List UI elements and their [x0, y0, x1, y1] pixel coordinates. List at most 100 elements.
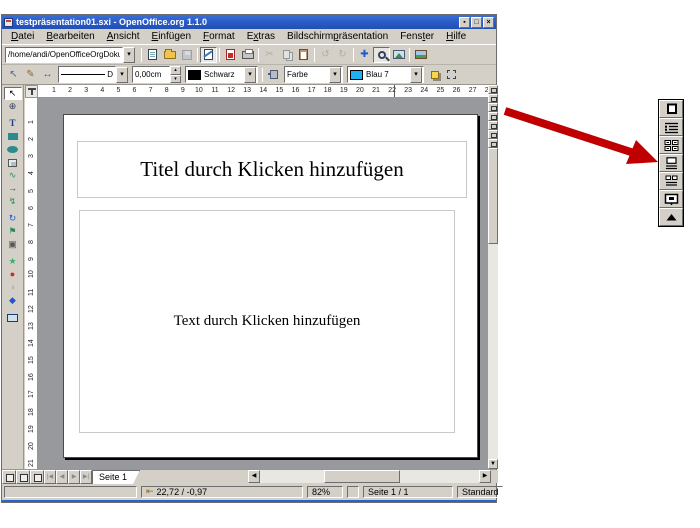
curve-tool[interactable]: ∿: [4, 169, 22, 182]
export-pdf-button[interactable]: [222, 47, 239, 63]
page-mode-button[interactable]: [2, 470, 16, 484]
insert-graphics-button[interactable]: [412, 47, 429, 63]
scroll-up-button[interactable]: [488, 139, 498, 148]
scroll-left-button[interactable]: ◀: [248, 470, 260, 483]
zoom-tool[interactable]: ⊕: [4, 100, 22, 113]
vertical-scrollbar-thumb[interactable]: [488, 148, 498, 244]
arrange-tool[interactable]: ▣: [4, 238, 22, 251]
menu-einfgen[interactable]: Einfügen: [147, 30, 198, 43]
navigator-button[interactable]: ✚: [356, 47, 373, 63]
menu-extras[interactable]: Extras: [242, 30, 282, 43]
edit-file-button[interactable]: [200, 47, 217, 63]
vertical-scrollbar-track[interactable]: [488, 148, 498, 459]
ellipse-tool[interactable]: [4, 143, 22, 156]
notes-view-button-magnified[interactable]: [659, 154, 683, 172]
status-style-field[interactable]: Standard: [457, 486, 503, 498]
title-placeholder[interactable]: Titel durch Klicken hinzufügen: [77, 141, 467, 198]
load-url-input[interactable]: [5, 47, 123, 63]
scroll-up-button-magnified[interactable]: [659, 208, 683, 226]
drawing-view-button[interactable]: [488, 85, 498, 94]
gallery-button[interactable]: [390, 47, 407, 63]
lines-arrows-tool[interactable]: →: [4, 182, 22, 195]
status-zoom-field[interactable]: 82%: [307, 486, 343, 498]
next-page-button[interactable]: ▶: [68, 470, 80, 484]
3d-controller-tool[interactable]: ◆: [4, 294, 22, 307]
effects-tool[interactable]: ★: [4, 255, 22, 268]
horizontal-scrollbar-thumb[interactable]: [324, 470, 400, 483]
workspace[interactable]: Titel durch Klicken hinzufügen Text durc…: [38, 98, 488, 469]
close-button[interactable]: ×: [483, 17, 494, 28]
layer-mode-button[interactable]: [30, 470, 44, 484]
fill-color-dropdown-icon[interactable]: ▾: [410, 67, 422, 83]
scroll-right-button[interactable]: ▶: [479, 470, 491, 483]
outline-view-button-magnified[interactable]: [659, 118, 683, 136]
menu-fenster[interactable]: Fenster: [395, 30, 441, 43]
line-width-up-icon[interactable]: ▴: [170, 66, 181, 75]
animation-tool[interactable]: ●: [4, 268, 22, 281]
vertical-ruler[interactable]: 123456789101112131415161718192021: [25, 98, 38, 469]
alignment-tool[interactable]: ⚑: [4, 225, 22, 238]
edit-points-button[interactable]: ↖: [5, 67, 22, 83]
first-page-button[interactable]: |◀: [44, 470, 56, 484]
minimize-button[interactable]: ▪: [459, 17, 470, 28]
hruler-number: 13: [243, 87, 251, 94]
slide-canvas[interactable]: Titel durch Klicken hinzufügen Text durc…: [63, 114, 478, 458]
slides-view-button[interactable]: [488, 103, 498, 112]
open-button[interactable]: [161, 47, 178, 63]
fill-style-dropdown-icon[interactable]: ▾: [329, 67, 341, 83]
menu-bearbeiten[interactable]: Bearbeiten: [41, 30, 101, 43]
presentation-tool[interactable]: [4, 311, 22, 324]
menu-format[interactable]: Format: [198, 30, 242, 43]
menu-bildschirmprsentation[interactable]: Bildschirmpräsentation: [282, 30, 395, 43]
menu-hilfe[interactable]: Hilfe: [441, 30, 473, 43]
line-style-preview: D: [58, 66, 116, 83]
slideshow-button-magnified[interactable]: [659, 190, 683, 208]
page-tab[interactable]: Seite 1: [92, 470, 140, 484]
slides-view-button-magnified[interactable]: [659, 136, 683, 154]
rotation-mode-button[interactable]: [443, 67, 460, 83]
hruler-number: 5: [116, 87, 120, 94]
arrow-style-button[interactable]: ↔: [39, 67, 56, 83]
print-button[interactable]: [239, 47, 256, 63]
zoom-button[interactable]: [373, 47, 390, 63]
paste-button[interactable]: [295, 47, 312, 63]
text-tool[interactable]: T: [4, 117, 22, 130]
body-placeholder[interactable]: Text durch Klicken hinzufügen: [79, 210, 455, 433]
fill-style-combo[interactable]: Farbe ▾: [284, 66, 343, 83]
notes-view-button[interactable]: [488, 112, 498, 121]
line-color-dropdown-icon[interactable]: ▾: [244, 67, 256, 83]
slideshow-button[interactable]: [488, 130, 498, 139]
menu-ansicht[interactable]: Ansicht: [102, 30, 147, 43]
menu-datei[interactable]: Datei: [6, 30, 41, 43]
title-bar[interactable]: testpräsentation01.sxi - OpenOffice.org …: [2, 15, 496, 29]
rectangle-tool[interactable]: [4, 130, 22, 143]
new-document-button[interactable]: [144, 47, 161, 63]
vruler-number: 9: [28, 250, 35, 261]
master-mode-button[interactable]: [16, 470, 30, 484]
connector-tool[interactable]: ↯: [4, 195, 22, 208]
handout-view-button-magnified[interactable]: [659, 172, 683, 190]
handout-view-button[interactable]: [488, 121, 498, 130]
select-tool[interactable]: ↖: [4, 87, 22, 100]
rotate-tool[interactable]: ↻: [4, 212, 22, 225]
presentation-icon: [7, 314, 18, 322]
line-width-down-icon[interactable]: ▾: [170, 75, 181, 84]
drawing-view-button-magnified[interactable]: [659, 100, 683, 118]
3d-objects-tool[interactable]: [4, 156, 22, 169]
horizontal-ruler[interactable]: 1234567891011121314151617181920212223242…: [38, 85, 488, 98]
scroll-down-button[interactable]: ▼: [488, 459, 498, 469]
line-color-combo[interactable]: Schwarz ▾: [185, 66, 258, 83]
last-page-button[interactable]: ▶|: [80, 470, 92, 484]
url-dropdown-arrow-icon[interactable]: ▾: [123, 47, 135, 63]
shadow-button[interactable]: [426, 67, 443, 83]
window-bottom-border: [2, 500, 496, 502]
fill-color-combo[interactable]: Blau 7 ▾: [347, 66, 424, 83]
maximize-button[interactable]: □: [471, 17, 482, 28]
line-style-combo[interactable]: D ▾: [58, 66, 128, 83]
line-button[interactable]: ✎: [22, 67, 39, 83]
line-width-input[interactable]: [132, 66, 170, 83]
ruler-origin[interactable]: [25, 85, 38, 98]
outline-view-button[interactable]: [488, 94, 498, 103]
line-style-dropdown-icon[interactable]: ▾: [116, 67, 128, 83]
previous-page-button[interactable]: ◀: [56, 470, 68, 484]
